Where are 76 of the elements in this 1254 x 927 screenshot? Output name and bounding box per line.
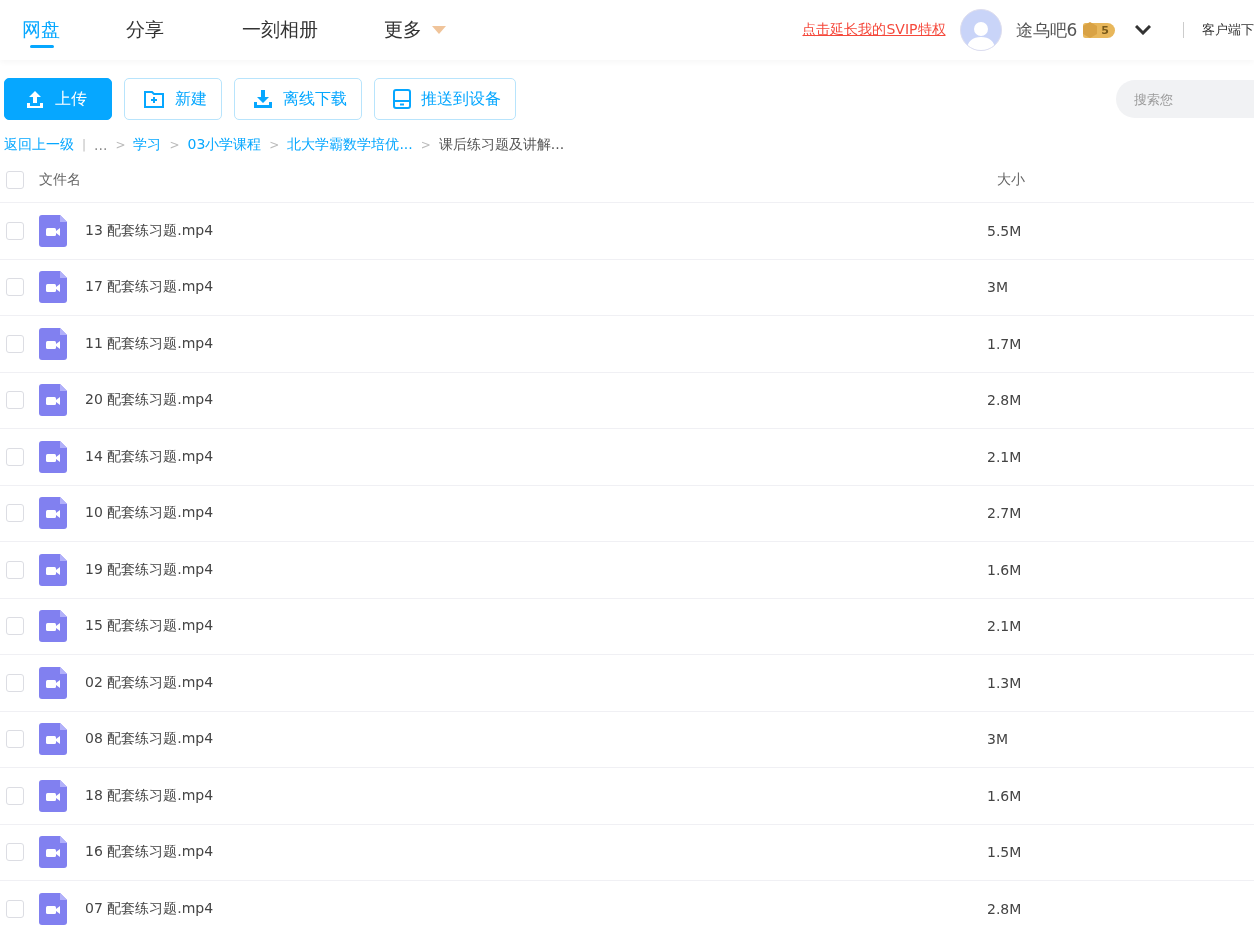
row-checkbox[interactable] xyxy=(6,786,24,805)
file-name[interactable]: 17 配套练习题.mp4 xyxy=(85,278,214,297)
column-header[interactable]: 大小 xyxy=(997,171,1025,189)
caret-icon xyxy=(432,26,446,34)
vip-badge: 5 xyxy=(1083,22,1115,38)
file-name[interactable]: 15 配套练习题.mp4 xyxy=(85,617,214,636)
video-file-icon xyxy=(39,214,67,247)
file-name[interactable]: 14 配套练习题.mp4 xyxy=(85,447,214,466)
row-checkbox[interactable] xyxy=(6,391,24,410)
row-checkbox[interactable] xyxy=(6,843,24,862)
user-name[interactable]: 途乌吧6 xyxy=(1015,18,1078,42)
client-link[interactable]: 客户端下 xyxy=(1202,21,1254,39)
file-size: 1.7M xyxy=(987,335,1022,352)
row-checkbox[interactable] xyxy=(6,730,24,749)
breadcrumb-separator: > xyxy=(115,138,126,152)
breadcrumb-separator: > xyxy=(169,138,180,152)
file-name[interactable]: 11 配套练习题.mp4 xyxy=(85,334,214,353)
file-size: 2.8M xyxy=(987,900,1022,917)
nav-tab[interactable]: 一刻相册 xyxy=(242,0,318,60)
file-size: 5.5M xyxy=(987,222,1022,239)
video-file-icon xyxy=(39,497,67,530)
upload-icon xyxy=(25,89,45,109)
column-header[interactable]: 文件名 xyxy=(39,171,81,189)
row-checkbox[interactable] xyxy=(6,673,24,692)
file-name[interactable]: 18 配套练习题.mp4 xyxy=(85,786,214,805)
video-file-icon xyxy=(39,327,67,360)
file-size: 1.3M xyxy=(987,674,1022,691)
row-checkbox[interactable] xyxy=(6,221,24,240)
file-size: 3M xyxy=(987,731,1008,748)
row-checkbox[interactable] xyxy=(6,504,24,523)
file-name[interactable]: 20 配套练习题.mp4 xyxy=(85,391,214,410)
file-name[interactable]: 07 配套练习题.mp4 xyxy=(85,899,214,918)
avatar[interactable] xyxy=(959,9,1002,51)
row-checkbox[interactable] xyxy=(6,560,24,579)
breadcrumb-separator: > xyxy=(269,138,280,152)
file-name[interactable]: 10 配套练习题.mp4 xyxy=(85,504,214,523)
video-file-icon xyxy=(39,723,67,756)
row-checkbox[interactable] xyxy=(6,899,24,918)
file-size: 2.1M xyxy=(987,448,1022,465)
video-file-icon xyxy=(39,610,67,643)
row-checkbox[interactable] xyxy=(6,447,24,466)
svip-link[interactable]: 点击延长我的SVIP特权 xyxy=(802,21,946,39)
breadcrumb-divider: | xyxy=(82,138,87,152)
search-field[interactable]: 搜索您 xyxy=(1116,80,1254,118)
device-icon xyxy=(393,89,411,109)
row-checkbox[interactable] xyxy=(6,334,24,353)
breadcrumb-ellipsis: ... xyxy=(94,137,108,153)
row-checkbox[interactable] xyxy=(6,278,24,297)
file-size: 2.8M xyxy=(987,392,1022,409)
file-name[interactable]: 16 配套练习题.mp4 xyxy=(85,843,214,862)
file-size: 2.1M xyxy=(987,618,1022,635)
file-name[interactable]: 02 配套练习题.mp4 xyxy=(85,673,214,692)
select-all-checkbox[interactable] xyxy=(6,171,24,189)
breadcrumb-item[interactable]: 课后练习题及讲解... xyxy=(438,136,565,154)
chevron-down-icon[interactable] xyxy=(1135,25,1151,35)
download-icon xyxy=(253,89,273,109)
breadcrumb-separator: > xyxy=(420,138,431,152)
row-checkbox[interactable] xyxy=(6,617,24,636)
file-size: 1.5M xyxy=(987,844,1022,861)
file-size: 1.6M xyxy=(987,787,1022,804)
new-folder-icon xyxy=(143,89,165,109)
file-size: 3M xyxy=(987,279,1008,296)
file-name[interactable]: 19 配套练习题.mp4 xyxy=(85,560,214,579)
file-size: 2.7M xyxy=(987,505,1022,522)
video-file-icon xyxy=(39,440,67,473)
video-file-icon xyxy=(39,779,67,812)
nav-tab[interactable]: 分享 xyxy=(126,0,164,60)
video-file-icon xyxy=(39,666,67,699)
video-file-icon xyxy=(39,553,67,586)
file-name[interactable]: 13 配套练习题.mp4 xyxy=(85,221,214,240)
file-size: 1.6M xyxy=(987,561,1022,578)
video-file-icon xyxy=(39,836,67,869)
nav-tab[interactable]: 更多 xyxy=(384,0,446,60)
file-name[interactable]: 08 配套练习题.mp4 xyxy=(85,730,214,749)
video-file-icon xyxy=(39,271,67,304)
video-file-icon xyxy=(39,384,67,417)
